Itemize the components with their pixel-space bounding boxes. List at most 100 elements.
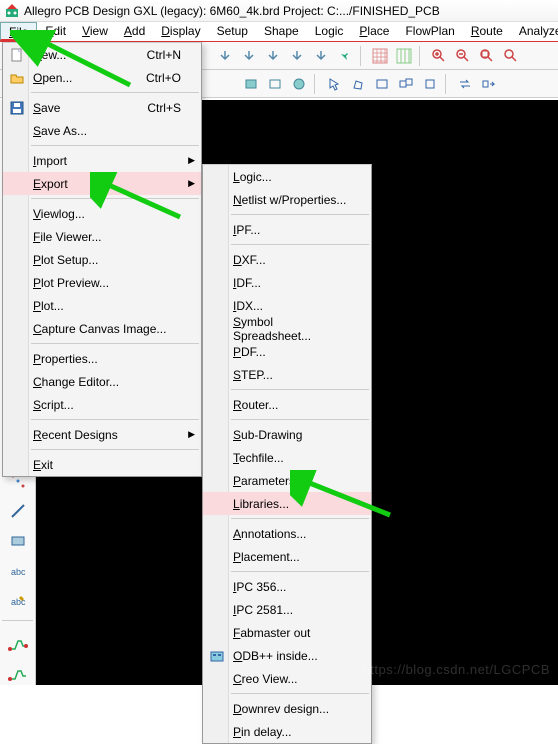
side-net2-icon[interactable] <box>5 663 31 685</box>
menu-item-label: Sub-Drawing <box>233 428 302 442</box>
menu-item-libraries[interactable]: Libraries... <box>203 492 371 515</box>
tool-zoom4-icon[interactable] <box>500 45 522 67</box>
submenu-arrow-icon: ▶ <box>188 178 195 189</box>
save-icon <box>9 100 25 116</box>
menu-file[interactable]: File <box>0 22 37 41</box>
tool-next-icon[interactable] <box>478 73 500 95</box>
open-icon <box>9 70 25 86</box>
tool-grid2-icon[interactable] <box>393 45 415 67</box>
menu-item-odb-inside[interactable]: ODB++ inside... <box>203 644 371 667</box>
menu-place[interactable]: Place <box>351 22 397 41</box>
menu-item-downrev-design[interactable]: Downrev design... <box>203 697 371 720</box>
menu-item-symbol-spreadsheet[interactable]: Symbol Spreadsheet... <box>203 317 371 340</box>
menu-separator <box>31 449 199 450</box>
menu-item-plot-setup[interactable]: Plot Setup... <box>3 248 201 271</box>
menu-item-change-editor[interactable]: Change Editor... <box>3 370 201 393</box>
menu-item-label: IDX... <box>233 299 263 313</box>
menu-item-plot[interactable]: Plot... <box>3 294 201 317</box>
menu-item-placement[interactable]: Placement... <box>203 545 371 568</box>
menu-item-viewlog[interactable]: Viewlog... <box>3 202 201 225</box>
menu-item-sub-drawing[interactable]: Sub-Drawing <box>203 423 371 446</box>
menu-item-annotations[interactable]: Annotations... <box>203 522 371 545</box>
menu-item-techfile[interactable]: Techfile... <box>203 446 371 469</box>
file-menu-dropdown: New...Ctrl+NOpen...Ctrl+O SaveCtrl+SSave … <box>2 42 202 477</box>
menu-item-save[interactable]: SaveCtrl+S <box>3 96 201 119</box>
tool-down2[interactable] <box>238 45 260 67</box>
menu-item-plot-preview[interactable]: Plot Preview... <box>3 271 201 294</box>
tool-rect5-icon[interactable] <box>419 73 441 95</box>
menu-item-properties[interactable]: Properties... <box>3 347 201 370</box>
menu-separator <box>231 571 369 572</box>
menu-item-exit[interactable]: Exit <box>3 453 201 476</box>
menu-flowplan[interactable]: FlowPlan <box>397 22 462 41</box>
menu-item-pdf[interactable]: PDF... <box>203 340 371 363</box>
watermark: https://blog.csdn.net/LGCPCB <box>363 662 550 677</box>
menu-item-script[interactable]: Script... <box>3 393 201 416</box>
tool-rect3-icon[interactable] <box>371 73 393 95</box>
menu-item-import[interactable]: Import▶ <box>3 149 201 172</box>
menu-item-label: Downrev design... <box>233 702 329 716</box>
menu-item-label: Plot... <box>33 299 64 313</box>
tool-pin-icon[interactable] <box>334 45 356 67</box>
shape-rect-icon[interactable] <box>240 73 262 95</box>
tool-down3[interactable] <box>262 45 284 67</box>
menu-item-new[interactable]: New...Ctrl+N <box>3 43 201 66</box>
tool-down5[interactable] <box>310 45 332 67</box>
menu-item-recent-designs[interactable]: Recent Designs▶ <box>3 423 201 446</box>
menu-item-router[interactable]: Router... <box>203 393 371 416</box>
menu-item-label: IPC 2581... <box>233 603 293 617</box>
menu-item-label: Annotations... <box>233 527 306 541</box>
menu-item-pin-delay[interactable]: Pin delay... <box>203 720 371 743</box>
tool-down4[interactable] <box>286 45 308 67</box>
menu-item-label: Exit <box>33 458 53 472</box>
side-text-icon[interactable]: abc <box>5 560 31 582</box>
menu-item-idf[interactable]: IDF... <box>203 271 371 294</box>
submenu-arrow-icon: ▶ <box>188 429 195 440</box>
menu-item-save-as[interactable]: Save As... <box>3 119 201 142</box>
menu-item-step[interactable]: STEP... <box>203 363 371 386</box>
menu-item-netlist-w-properties[interactable]: Netlist w/Properties... <box>203 188 371 211</box>
select-arrow-icon[interactable] <box>323 73 345 95</box>
menu-item-label: IDF... <box>233 276 261 290</box>
menu-setup[interactable]: Setup <box>209 22 256 41</box>
menu-edit[interactable]: Edit <box>37 22 74 41</box>
menu-item-export[interactable]: Export▶ <box>3 172 201 195</box>
menu-add[interactable]: Add <box>116 22 153 41</box>
menu-item-ipc-356[interactable]: IPC 356... <box>203 575 371 598</box>
side-rect-icon[interactable] <box>5 530 31 552</box>
menu-analyze[interactable]: Analyze <box>511 22 558 41</box>
tool-poly-icon[interactable] <box>347 73 369 95</box>
menu-logic[interactable]: Logic <box>307 22 352 41</box>
shape-circle-icon[interactable] <box>288 73 310 95</box>
menu-item-creo-view[interactable]: Creo View... <box>203 667 371 690</box>
menu-item-open[interactable]: Open...Ctrl+O <box>3 66 201 89</box>
tool-zoomout-icon[interactable] <box>452 45 474 67</box>
menu-item-label: Plot Setup... <box>33 253 98 267</box>
menu-item-file-viewer[interactable]: File Viewer... <box>3 225 201 248</box>
tool-grid1-icon[interactable] <box>369 45 391 67</box>
menu-item-capture-canvas-image[interactable]: Capture Canvas Image... <box>3 317 201 340</box>
menu-item-ipf[interactable]: IPF... <box>203 218 371 241</box>
tool-rect4-icon[interactable] <box>395 73 417 95</box>
menu-view[interactable]: View <box>74 22 116 41</box>
tool-zoomin-icon[interactable] <box>428 45 450 67</box>
menu-item-dxf[interactable]: DXF... <box>203 248 371 271</box>
menu-item-parameters[interactable]: Parameters... <box>203 469 371 492</box>
menu-item-logic[interactable]: Logic... <box>203 165 371 188</box>
menu-shape[interactable]: Shape <box>256 22 307 41</box>
tool-zoomfit-icon[interactable] <box>476 45 498 67</box>
tool-swap-icon[interactable] <box>454 73 476 95</box>
side-net1-icon[interactable] <box>5 633 31 655</box>
submenu-arrow-icon: ▶ <box>188 155 195 166</box>
shape-rect2-icon[interactable] <box>264 73 286 95</box>
menu-route[interactable]: Route <box>463 22 511 41</box>
side-text-edit-icon[interactable]: abc <box>5 590 31 612</box>
menu-item-ipc-2581[interactable]: IPC 2581... <box>203 598 371 621</box>
menu-separator <box>31 145 199 146</box>
menu-item-label: Change Editor... <box>33 375 119 389</box>
menu-display[interactable]: Display <box>153 22 208 41</box>
side-line-icon[interactable] <box>5 500 31 522</box>
tool-down1[interactable] <box>214 45 236 67</box>
menu-item-fabmaster-out[interactable]: Fabmaster out <box>203 621 371 644</box>
menu-item-label: Script... <box>33 398 74 412</box>
